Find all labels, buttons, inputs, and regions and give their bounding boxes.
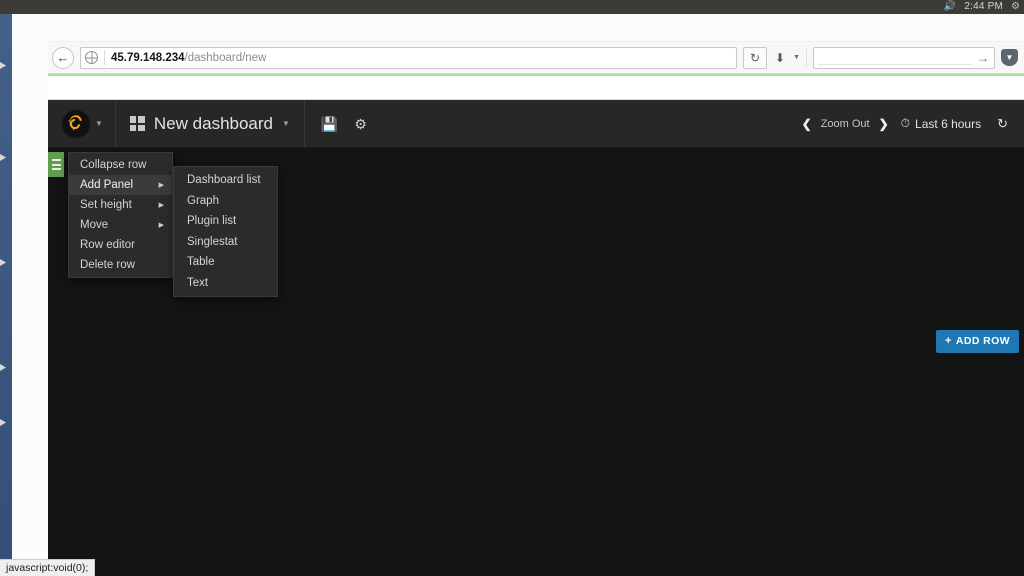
toolbar-divider [806, 48, 807, 67]
row-menu-hamburger-icon[interactable] [48, 152, 64, 177]
dashboard-body: Collapse row Add Panel ▶ Set height ▶ Mo… [48, 148, 1024, 576]
row-context-menu: Collapse row Add Panel ▶ Set height ▶ Mo… [68, 152, 173, 278]
address-bar[interactable]: 45.79.148.234/dashboard/new [80, 46, 737, 69]
submenu-item-table[interactable]: Table [174, 252, 277, 273]
tray-clock[interactable]: 2:44 PM [964, 0, 1003, 14]
gear-icon[interactable]: ⚙ [354, 117, 367, 131]
chevron-right-icon[interactable]: ❯ [879, 117, 889, 131]
menu-item-label: Collapse row [80, 159, 147, 171]
globe-icon [85, 51, 98, 64]
menu-item-set-height[interactable]: Set height ▶ [69, 195, 172, 215]
browser-window: ← 45.79.148.234/dashboard/new ↻ ⬇ ▼ → ▼ [48, 14, 1024, 576]
chevron-down-icon: ▼ [95, 119, 103, 128]
screen: 🔊 2:44 PM ⚙ ← 45.79.148.234/dashboard/ne… [0, 0, 1024, 576]
menu-item-label: Add Panel [80, 179, 134, 191]
submenu-item-dashboard-list[interactable]: Dashboard list [174, 170, 277, 191]
zoom-out-control[interactable]: ❮ Zoom Out ❯ [802, 117, 889, 131]
timepicker-area: ❮ Zoom Out ❯ ⏱ Last 6 hours ↻ [802, 116, 1024, 132]
add-row-label: ADD ROW [955, 335, 1010, 348]
menu-item-row-editor[interactable]: Row editor [69, 235, 172, 255]
menu-item-label: Row editor [80, 239, 135, 251]
url-host: 45.79.148.234 [111, 51, 185, 64]
browser-tabstrip[interactable] [48, 14, 1024, 42]
dashboard-grid-icon [129, 116, 145, 131]
system-settings-icon[interactable]: ⚙ [1011, 0, 1020, 14]
reload-icon[interactable]: ↻ [743, 46, 767, 69]
launcher-arrow-icon [0, 259, 6, 266]
back-arrow-icon[interactable]: ← [52, 46, 74, 69]
zoom-out-label: Zoom Out [820, 117, 870, 130]
download-icon[interactable]: ⬇ [773, 51, 787, 65]
submenu-item-label: Text [187, 276, 209, 289]
submenu-item-singlestat[interactable]: Singlestat [174, 232, 277, 253]
bookmarks-bar[interactable] [48, 74, 1024, 100]
add-row-button[interactable]: + ADD ROW [936, 330, 1019, 353]
submenu-item-label: Table [187, 256, 215, 269]
download-arrow-icon: ⬇ [775, 50, 786, 65]
menu-item-label: Move [80, 219, 109, 231]
menu-item-label: Delete row [80, 259, 135, 271]
save-floppy-icon[interactable]: 💾 [321, 117, 338, 131]
menu-item-move[interactable]: Move ▶ [69, 215, 172, 235]
chevron-right-icon: ▶ [158, 182, 164, 189]
shield-icon[interactable]: ▼ [1001, 49, 1018, 66]
page-viewport: ▼ New dashboard ▼ 💾 ⚙ ❮ Zoom Out ❯ ⏱ Las… [48, 100, 1024, 576]
menu-item-collapse-row[interactable]: Collapse row [69, 155, 172, 175]
chevron-right-icon: ▶ [158, 222, 164, 229]
launcher-arrow-icon [0, 154, 6, 161]
launcher-arrow-icon [0, 419, 6, 426]
desktop-launcher[interactable] [0, 14, 12, 576]
chevron-down-icon[interactable]: ▼ [793, 54, 800, 61]
launcher-arrow-icon [0, 364, 6, 371]
address-bar-url: 45.79.148.234/dashboard/new [111, 52, 266, 64]
desktop-top-panel: 🔊 2:44 PM ⚙ [0, 0, 1024, 14]
browser-navbar: ← 45.79.148.234/dashboard/new ↻ ⬇ ▼ → ▼ [48, 42, 1024, 74]
chevron-down-icon: ▼ [282, 119, 290, 128]
launcher-arrow-icon [0, 62, 6, 69]
submenu-item-plugin-list[interactable]: Plugin list [174, 211, 277, 232]
time-range-picker[interactable]: ⏱ Last 6 hours [901, 116, 981, 131]
menu-item-add-panel[interactable]: Add Panel ▶ [69, 175, 172, 195]
system-tray: 🔊 2:44 PM ⚙ [944, 0, 1020, 14]
submenu-item-label: Dashboard list [187, 174, 261, 187]
url-path: /dashboard/new [184, 51, 267, 64]
submenu-item-text[interactable]: Text [174, 273, 277, 294]
submenu-item-label: Singlestat [187, 235, 238, 248]
chevron-left-icon[interactable]: ❮ [802, 117, 812, 131]
add-panel-submenu: Dashboard list Graph Plugin list Singles… [173, 166, 278, 297]
chevron-right-icon: ▶ [158, 202, 164, 209]
dashboard-name: New dashboard [153, 113, 273, 133]
grafana-logo-button[interactable]: ▼ [48, 100, 116, 147]
plus-icon: + [945, 335, 952, 347]
status-bar-text: javascript:void(0); [6, 562, 89, 574]
submenu-item-label: Graph [187, 194, 219, 207]
clock-icon: ⏱ [900, 116, 911, 130]
browser-status-bar: javascript:void(0); [0, 559, 96, 576]
dashboard-actions: 💾 ⚙ [305, 117, 383, 131]
grafana-logo-icon [62, 109, 90, 138]
menu-item-label: Set height [80, 199, 132, 211]
time-range-label: Last 6 hours [915, 116, 982, 131]
arrow-right-icon[interactable]: → [977, 51, 989, 65]
grafana-navbar: ▼ New dashboard ▼ 💾 ⚙ ❮ Zoom Out ❯ ⏱ Las… [48, 100, 1024, 148]
submenu-item-graph[interactable]: Graph [174, 191, 277, 212]
dashboard-title-button[interactable]: New dashboard ▼ [116, 100, 305, 147]
search-input[interactable]: → [813, 46, 995, 69]
menu-item-delete-row[interactable]: Delete row [69, 255, 172, 275]
address-divider [104, 50, 105, 65]
submenu-item-label: Plugin list [187, 215, 237, 228]
refresh-icon[interactable]: ↻ [997, 116, 1008, 132]
volume-icon[interactable]: 🔊 [944, 0, 956, 14]
